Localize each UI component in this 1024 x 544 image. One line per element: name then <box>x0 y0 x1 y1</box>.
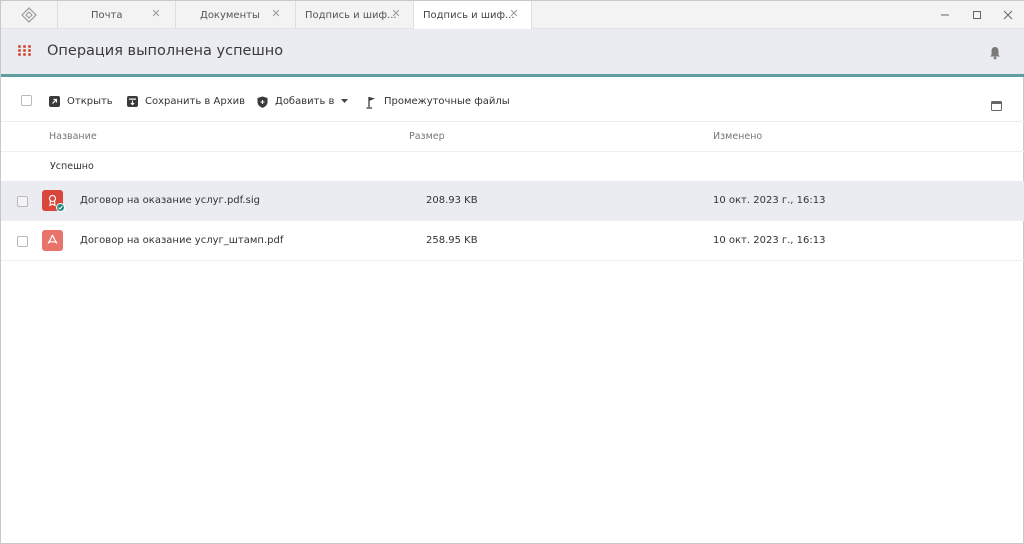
tab-documents[interactable]: Документы ✕ <box>175 1 295 29</box>
divider <box>1 260 1024 261</box>
notifications-bell-icon[interactable] <box>989 45 1003 61</box>
window-close-icon[interactable] <box>1001 8 1015 22</box>
add-to-label: Добавить в <box>275 95 335 107</box>
app-window: Почта ✕ Документы ✕ Подпись и шиф... ✕ П… <box>0 0 1024 544</box>
table-row[interactable]: Договор на оказание услуг.pdf.sig 208.93… <box>1 181 1024 221</box>
column-header-modified[interactable]: Изменено <box>713 131 762 142</box>
open-icon <box>49 95 60 107</box>
file-name: Договор на оказание услуг_штамп.pdf <box>80 235 284 246</box>
tab-label: Почта <box>91 10 123 21</box>
page-title: Операция выполнена успешно <box>47 43 284 59</box>
table-row[interactable]: Договор на оказание услуг_штамп.pdf 258.… <box>1 221 1024 261</box>
open-label: Открыть <box>67 95 113 107</box>
close-icon[interactable]: ✕ <box>508 8 520 20</box>
chevron-down-icon <box>341 96 349 107</box>
tab-label: Документы <box>200 10 260 21</box>
layout-toggle-icon[interactable] <box>991 96 1002 111</box>
add-to-button[interactable]: Добавить в <box>257 94 349 108</box>
apps-menu-icon[interactable] <box>18 45 32 59</box>
page-header: Операция выполнена успешно <box>1 29 1024 77</box>
group-label: Успешно <box>50 161 94 172</box>
tab-sign-encrypt-1[interactable]: Подпись и шиф... ✕ <box>295 1 413 29</box>
tab-mail[interactable]: Почта ✕ <box>57 1 175 29</box>
column-header-name[interactable]: Название <box>49 131 97 142</box>
save-to-archive-button[interactable]: Сохранить в Архив <box>127 94 245 108</box>
flag-icon <box>366 96 377 109</box>
divider <box>1 151 1024 152</box>
close-icon[interactable]: ✕ <box>390 8 402 20</box>
select-all-checkbox[interactable] <box>21 95 32 106</box>
save-to-archive-label: Сохранить в Архив <box>145 95 245 107</box>
toolbar: Открыть Сохранить в Архив Добавить в Про… <box>1 80 1024 122</box>
column-header-size[interactable]: Размер <box>409 131 445 142</box>
intermediate-files-button[interactable]: Промежуточные файлы <box>366 94 510 109</box>
archive-icon <box>127 95 138 107</box>
app-logo-icon <box>14 5 44 25</box>
tab-sign-encrypt-2[interactable]: Подпись и шиф... ✕ <box>413 1 532 29</box>
close-icon[interactable]: ✕ <box>270 8 282 20</box>
pdf-file-icon <box>42 230 63 251</box>
file-modified: 10 окт. 2023 г., 16:13 <box>713 195 826 206</box>
tab-label: Подпись и шиф... <box>423 10 515 21</box>
tab-bar: Почта ✕ Документы ✕ Подпись и шиф... ✕ П… <box>1 1 1024 29</box>
tab-label: Подпись и шиф... <box>305 10 397 21</box>
maximize-icon[interactable] <box>970 8 984 22</box>
minimize-icon[interactable] <box>938 8 952 22</box>
verified-badge-icon <box>56 203 65 212</box>
row-checkbox[interactable] <box>17 196 28 207</box>
intermediate-files-label: Промежуточные файлы <box>384 95 510 107</box>
close-icon[interactable]: ✕ <box>150 8 162 20</box>
row-checkbox[interactable] <box>17 236 28 247</box>
open-button[interactable]: Открыть <box>49 94 113 108</box>
add-to-shield-icon <box>257 96 268 108</box>
file-size: 208.93 KB <box>426 195 478 206</box>
file-name: Договор на оказание услуг.pdf.sig <box>80 195 260 206</box>
file-size: 258.95 KB <box>426 235 478 246</box>
file-modified: 10 окт. 2023 г., 16:13 <box>713 235 826 246</box>
